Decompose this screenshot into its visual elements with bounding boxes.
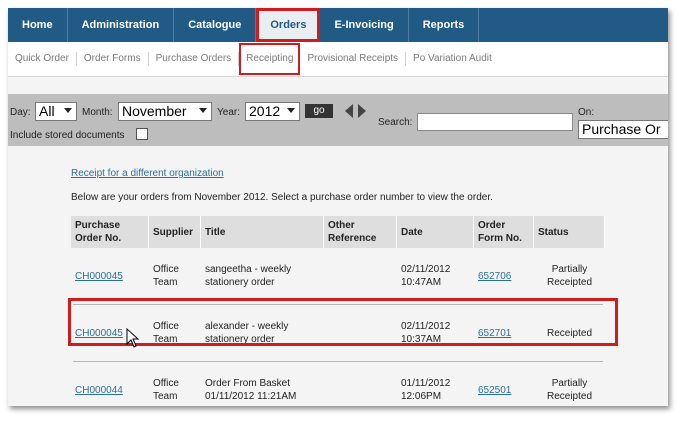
day-select[interactable]: All — [35, 102, 77, 121]
nav-reports[interactable]: Reports — [409, 8, 480, 42]
header-order-form: Order Form No. — [474, 216, 534, 248]
subnav-purchase-orders[interactable]: Purchase Orders — [149, 52, 240, 66]
on-select-value: Purchase Or — [582, 121, 661, 137]
day-select-value: All — [39, 103, 55, 119]
nav-home[interactable]: Home — [8, 8, 68, 42]
day-label: Day: — [10, 107, 31, 118]
order-form-link[interactable]: 652706 — [478, 271, 511, 282]
header-title: Title — [201, 216, 324, 248]
po-link[interactable]: CH000045 — [75, 271, 123, 282]
subnav-receipting[interactable]: Receipting — [239, 43, 301, 75]
header-supplier: Supplier — [149, 216, 201, 248]
nav-orders[interactable]: Orders — [256, 8, 321, 42]
content-area: Receipt for a different organization Bel… — [8, 146, 668, 406]
table-header: Purchase Order No. Supplier Title Other … — [71, 216, 605, 248]
go-button[interactable]: go — [305, 104, 333, 118]
previous-arrow-icon[interactable] — [345, 104, 353, 118]
month-select-value: November — [122, 103, 187, 119]
status-cell: Partially Receipted — [546, 264, 593, 288]
chevron-down-icon — [64, 108, 72, 113]
year-select-value: 2012 — [249, 103, 281, 119]
intro-text: Below are your orders from November 2012… — [71, 192, 493, 203]
row-highlight-box — [68, 298, 618, 346]
subnav-quick-order[interactable]: Quick Order — [8, 52, 77, 66]
include-stored-label: Include stored documents — [10, 130, 125, 141]
different-org-link[interactable]: Receipt for a different organization — [71, 168, 224, 179]
main-nav: Home Administration Catalogue Orders E-I… — [8, 8, 668, 42]
search-input[interactable] — [417, 113, 573, 131]
next-arrow-icon[interactable] — [358, 104, 366, 118]
chevron-down-icon — [287, 108, 295, 113]
header-date: Date — [397, 216, 474, 248]
date-cell: 01/11/2012 12:06PM — [401, 378, 451, 402]
header-po: Purchase Order No. — [71, 216, 149, 248]
date-cell: 02/11/2012 10:47AM — [401, 264, 451, 288]
subnav-po-variation-audit[interactable]: Po Variation Audit — [406, 52, 499, 66]
month-select[interactable]: November — [118, 102, 212, 121]
chevron-down-icon — [199, 108, 207, 113]
subnav-provisional-receipts[interactable]: Provisional Receipts — [300, 52, 407, 66]
subnav-order-forms[interactable]: Order Forms — [77, 52, 149, 66]
search-label: Search: — [378, 117, 413, 128]
app-frame: Home Administration Catalogue Orders E-I… — [8, 8, 668, 406]
table-row: CH000045 Office Team sangeetha - weekly … — [71, 248, 605, 304]
status-cell: Partially Receipted — [546, 378, 593, 402]
year-select[interactable]: 2012 — [245, 102, 300, 121]
header-other-ref: Other Reference — [324, 216, 397, 248]
nav-e-invoicing[interactable]: E-Invoicing — [320, 8, 409, 42]
nav-catalogue[interactable]: Catalogue — [174, 8, 257, 42]
on-select[interactable]: Purchase Or — [578, 120, 668, 139]
order-form-link[interactable]: 652501 — [478, 385, 511, 396]
nav-administration[interactable]: Administration — [68, 8, 175, 42]
po-link[interactable]: CH000044 — [75, 385, 123, 396]
title-cell: sangeetha - weekly stationery order — [205, 264, 292, 288]
year-label: Year: — [217, 107, 240, 118]
include-stored-checkbox[interactable] — [136, 128, 148, 140]
filter-bar: Day: All Month: November Year: 2012 go I… — [8, 94, 668, 146]
on-label: On: — [578, 107, 595, 118]
title-cell: Order From Basket 01/11/2012 11:21AM — [205, 378, 297, 402]
header-status: Status — [534, 216, 605, 248]
supplier-cell: Office Team — [153, 378, 179, 402]
supplier-cell: Office Team — [153, 264, 179, 288]
mouse-cursor-icon — [126, 328, 140, 348]
sub-nav: Quick Order Order Forms Purchase Orders … — [8, 42, 668, 77]
month-label: Month: — [82, 107, 113, 118]
table-row: CH000044 Office Team Order From Basket 0… — [71, 362, 605, 406]
